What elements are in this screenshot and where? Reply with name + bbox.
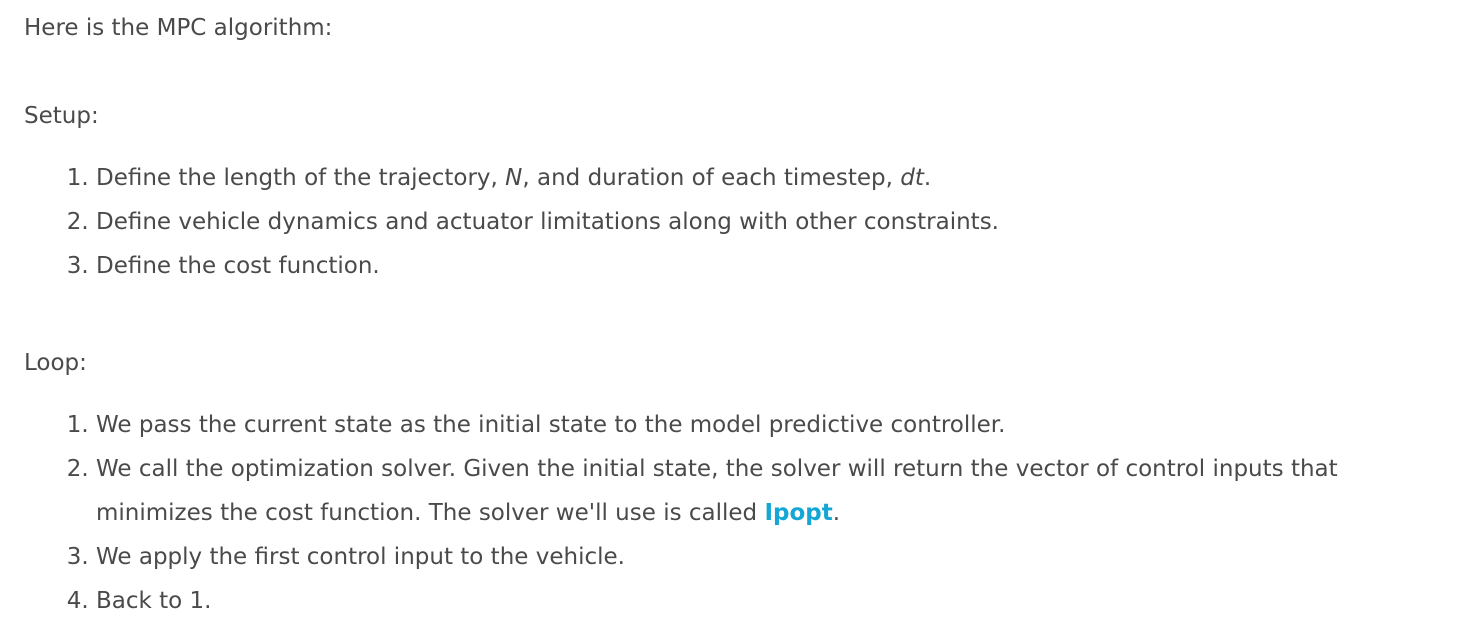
loop-step-2: We call the optimization solver. Given t… [96, 447, 1444, 535]
setup-step-3: Define the cost function. [96, 244, 1444, 288]
intro-text: Here is the MPC algorithm: [24, 15, 333, 41]
setup-label: Setup: [24, 103, 99, 129]
loop-step-4: Back to 1. [96, 579, 1444, 623]
document-body: Here is the MPC algorithm: Setup: Define… [24, 0, 1444, 623]
setup-step-1: Define the length of the trajectory, N, … [96, 156, 1444, 200]
loop-step-1: We pass the current state as the initial… [96, 403, 1444, 447]
ipopt-link[interactable]: Ipopt [764, 500, 832, 526]
loop-step-3: We apply the first control input to the … [96, 535, 1444, 579]
setup-step-2: Define vehicle dynamics and actuator lim… [96, 200, 1444, 244]
variable-n: N [505, 165, 523, 191]
loop-label: Loop: [24, 350, 87, 376]
variable-dt: dt [900, 165, 924, 191]
setup-steps-list: Define the length of the trajectory, N, … [24, 156, 1444, 288]
loop-steps-list: We pass the current state as the initial… [24, 403, 1444, 623]
